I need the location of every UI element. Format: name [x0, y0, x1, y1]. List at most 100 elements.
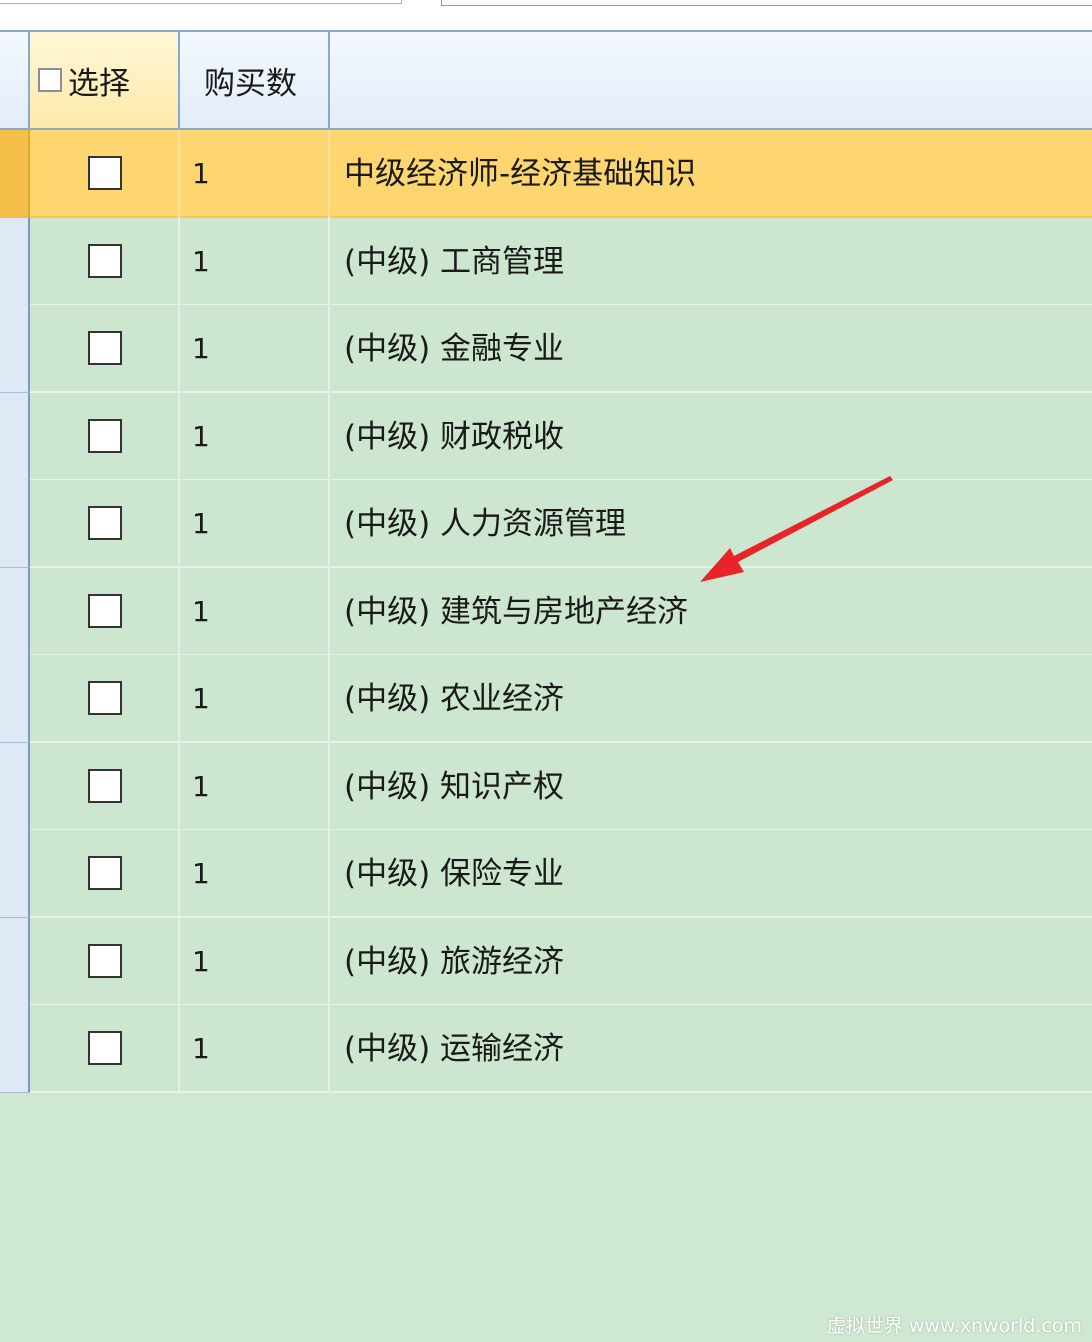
table-row[interactable]: 1 (中级) 建筑与房地产经济: [0, 567, 1092, 656]
row-select-checkbox[interactable]: [88, 593, 122, 628]
cell-divider: [178, 217, 180, 306]
table-row[interactable]: 1 (中级) 运输经济: [0, 1005, 1092, 1093]
table-row[interactable]: 1 (中级) 农业经济: [0, 655, 1092, 743]
row-cells: 1 (中级) 金融专业: [30, 305, 1092, 393]
row-cells: 1 (中级) 人力资源管理: [30, 480, 1092, 568]
row-cells: 1 (中级) 知识产权: [30, 742, 1092, 831]
cell-divider: [328, 305, 330, 393]
top-text-field[interactable]: [441, 0, 1092, 6]
quantity-cell[interactable]: 1: [192, 830, 210, 918]
course-name-cell[interactable]: (中级) 保险专业: [344, 830, 564, 918]
row-select-checkbox[interactable]: [88, 156, 122, 190]
name-column-header[interactable]: [330, 32, 1092, 128]
row-header[interactable]: [0, 917, 30, 1006]
cell-divider: [178, 567, 180, 656]
select-column-header[interactable]: 选择: [30, 32, 180, 128]
course-name-cell[interactable]: (中级) 金融专业: [344, 305, 564, 393]
cell-divider: [328, 392, 330, 481]
course-grid: 选择 购买数 1 中级经济师-经济基础知识 1 (中级) 工商管理 1 (中级) 金融专业…: [0, 30, 1092, 1342]
course-name-cell[interactable]: (中级) 知识产权: [344, 743, 564, 831]
table-row[interactable]: 1 (中级) 金融专业: [0, 305, 1092, 393]
row-select-checkbox[interactable]: [88, 331, 122, 365]
row-cells: 1 (中级) 工商管理: [30, 217, 1092, 306]
course-name-cell[interactable]: (中级) 建筑与房地产经济: [344, 568, 688, 656]
row-select-checkbox[interactable]: [88, 856, 122, 890]
table-row[interactable]: 1 (中级) 人力资源管理: [0, 480, 1092, 568]
row-cells: 1 (中级) 保险专业: [30, 830, 1092, 918]
row-header[interactable]: [0, 217, 30, 306]
row-select-checkbox[interactable]: [88, 681, 122, 715]
cell-divider: [178, 917, 180, 1006]
cell-divider: [178, 480, 180, 568]
quantity-cell[interactable]: 1: [192, 568, 210, 656]
cell-divider: [328, 1005, 330, 1093]
top-toolbar: [0, 0, 1092, 30]
cell-divider: [328, 917, 330, 1006]
row-header[interactable]: [0, 567, 30, 656]
table-row[interactable]: 1 (中级) 旅游经济: [0, 917, 1092, 1006]
cell-divider: [178, 830, 180, 918]
row-cells: 1 (中级) 运输经济: [30, 1005, 1092, 1093]
row-header[interactable]: [0, 392, 30, 481]
cell-divider: [328, 742, 330, 831]
row-cells: 1 (中级) 财政税收: [30, 392, 1092, 481]
quantity-cell[interactable]: 1: [192, 655, 210, 743]
quantity-cell[interactable]: 1: [192, 218, 210, 306]
cell-divider: [328, 567, 330, 656]
quantity-cell[interactable]: 1: [192, 1005, 210, 1093]
watermark: 虚拟世界 www.xnworld.com: [826, 1315, 1082, 1337]
row-select-checkbox[interactable]: [88, 418, 122, 453]
quantity-cell[interactable]: 1: [192, 130, 210, 218]
cell-divider: [178, 305, 180, 393]
row-select-checkbox[interactable]: [88, 243, 122, 278]
quantity-cell[interactable]: 1: [192, 480, 210, 568]
table-row[interactable]: 1 (中级) 保险专业: [0, 830, 1092, 918]
row-header[interactable]: [0, 1005, 30, 1093]
course-name-cell[interactable]: (中级) 人力资源管理: [344, 480, 626, 568]
cell-divider: [328, 217, 330, 306]
cell-divider: [178, 130, 180, 218]
row-header[interactable]: [0, 305, 30, 393]
grid-header: 选择 购买数: [0, 30, 1092, 130]
row-cells: 1 (中级) 建筑与房地产经济: [30, 567, 1092, 656]
row-select-checkbox[interactable]: [88, 943, 122, 978]
row-header[interactable]: [0, 830, 30, 918]
row-cells: 1 (中级) 农业经济: [30, 655, 1092, 743]
row-select-checkbox[interactable]: [88, 768, 122, 803]
row-header[interactable]: [0, 130, 30, 218]
row-header-corner: [0, 32, 30, 128]
table-row[interactable]: 1 (中级) 财政税收: [0, 392, 1092, 481]
quantity-cell[interactable]: 1: [192, 743, 210, 831]
cell-divider: [328, 655, 330, 743]
quantity-cell[interactable]: 1: [192, 305, 210, 393]
cell-divider: [178, 742, 180, 831]
course-name-cell[interactable]: 中级经济师-经济基础知识: [344, 130, 696, 218]
quantity-cell[interactable]: 1: [192, 918, 210, 1006]
row-header[interactable]: [0, 742, 30, 831]
red-arrow-icon: [700, 476, 893, 582]
row-select-checkbox[interactable]: [88, 506, 122, 540]
cell-divider: [178, 655, 180, 743]
row-select-checkbox[interactable]: [88, 1031, 122, 1065]
course-name-cell[interactable]: (中级) 财政税收: [344, 393, 564, 481]
table-row[interactable]: 1 (中级) 工商管理: [0, 217, 1092, 306]
course-name-cell[interactable]: (中级) 运输经济: [344, 1005, 564, 1093]
cell-divider: [178, 392, 180, 481]
cell-divider: [328, 830, 330, 918]
course-name-cell[interactable]: (中级) 工商管理: [344, 218, 564, 306]
cell-divider: [178, 1005, 180, 1093]
top-input-field[interactable]: [0, 0, 402, 4]
course-name-cell[interactable]: (中级) 旅游经济: [344, 918, 564, 1006]
quantity-column-header[interactable]: 购买数: [180, 32, 330, 128]
row-cells: 1 (中级) 旅游经济: [30, 917, 1092, 1006]
quantity-column-label: 购买数: [204, 65, 297, 102]
cell-divider: [328, 480, 330, 568]
row-header[interactable]: [0, 480, 30, 568]
row-header[interactable]: [0, 655, 30, 743]
table-row[interactable]: 1 (中级) 知识产权: [0, 742, 1092, 831]
course-name-cell[interactable]: (中级) 农业经济: [344, 655, 564, 743]
table-row[interactable]: 1 中级经济师-经济基础知识: [0, 130, 1092, 218]
quantity-cell[interactable]: 1: [192, 393, 210, 481]
row-cells: 1 中级经济师-经济基础知识: [30, 130, 1092, 218]
select-all-checkbox[interactable]: [38, 68, 62, 92]
